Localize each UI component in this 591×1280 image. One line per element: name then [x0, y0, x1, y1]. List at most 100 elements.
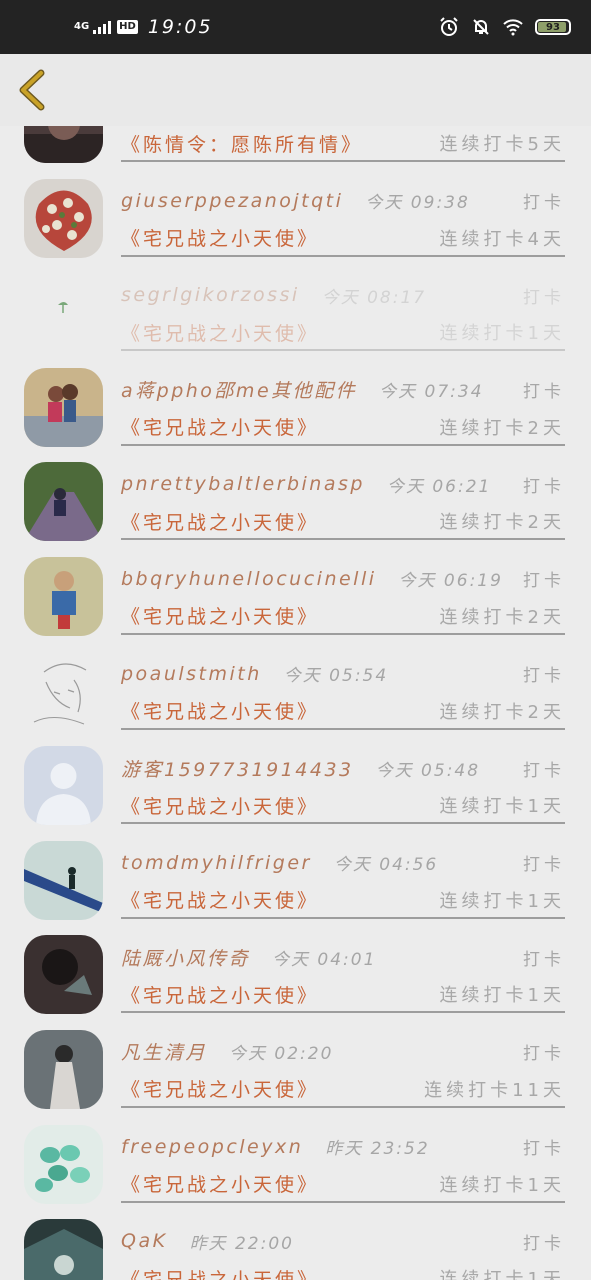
username: giuserppezanojtqti — [121, 189, 344, 212]
wifi-icon — [503, 19, 523, 36]
checkin-time: 今天 02:20 — [229, 1044, 334, 1065]
avatar — [24, 1029, 103, 1109]
streak-count: 连续打卡1天 — [439, 890, 565, 912]
battery-icon: 93 — [535, 19, 571, 35]
username: freepeopcleyxn — [121, 1135, 304, 1158]
book-title[interactable]: 《宅兄战之小天使》 — [121, 413, 319, 440]
avatar — [24, 840, 103, 920]
avatar — [24, 462, 103, 542]
streak-count: 连续打卡4天 — [439, 228, 565, 250]
username: bbqryhunellocucinelli — [121, 567, 377, 590]
checkin-label: 打卡 — [523, 760, 565, 781]
streak-count: 连续打卡1天 — [439, 1269, 565, 1280]
avatar — [24, 1124, 103, 1204]
book-title[interactable]: 《宅兄战之小天使》 — [121, 319, 319, 346]
avatar — [24, 556, 103, 636]
streak-count: 连续打卡2天 — [439, 701, 565, 723]
username: segrlgikorzossi — [121, 284, 300, 307]
book-title[interactable]: 《宅兄战之小天使》 — [121, 224, 319, 251]
list-item[interactable]: 凡生清月 今天 02:20 打卡 《宅兄战之小天使》 连续打卡11天 — [0, 1014, 591, 1109]
streak-count: 连续打卡1天 — [439, 323, 565, 345]
back-button[interactable] — [12, 66, 52, 114]
avatar — [24, 1219, 103, 1280]
checkin-time: 今天 07:34 — [379, 382, 484, 403]
username: 陆厩小风传奇 — [121, 947, 251, 970]
list-item[interactable]: 《陈情令：愿陈所有情》 连续打卡5天 — [0, 126, 591, 163]
list-item[interactable]: segrlgikorzossi 今天 08:17 打卡 《宅兄战之小天使》 连续… — [0, 257, 591, 352]
avatar — [24, 126, 103, 163]
book-title[interactable]: 《宅兄战之小天使》 — [121, 1170, 319, 1197]
streak-count: 连续打卡5天 — [439, 134, 565, 155]
username: 游客1597731914433 — [121, 758, 354, 781]
checkin-label: 打卡 — [523, 476, 565, 497]
battery-percent: 93 — [546, 21, 560, 33]
checkin-time: 今天 06:21 — [386, 476, 492, 497]
streak-count: 连续打卡2天 — [439, 417, 565, 439]
alarm-icon — [440, 17, 458, 36]
username: poaulstmith — [121, 662, 262, 685]
list-item[interactable]: 陆厩小风传奇 今天 04:01 打卡 《宅兄战之小天使》 连续打卡1天 — [0, 919, 591, 1015]
book-title[interactable]: 《宅兄战之小天使》 — [121, 886, 319, 913]
book-title[interactable]: 《宅兄战之小天使》 — [121, 1265, 319, 1280]
checkin-time: 今天 06:19 — [398, 571, 503, 592]
checkin-time: 今天 09:38 — [365, 193, 470, 214]
list-item[interactable]: QaK 昨天 22:00 打卡 《宅兄战之小天使》 连续打卡1天 — [0, 1203, 591, 1280]
book-title[interactable]: 《宅兄战之小天使》 — [121, 1075, 319, 1102]
checkin-label: 打卡 — [523, 855, 565, 876]
avatar — [24, 273, 103, 352]
streak-count: 连续打卡1天 — [439, 1174, 565, 1196]
book-title[interactable]: 《宅兄战之小天使》 — [121, 981, 319, 1008]
checkin-time: 昨天 22:00 — [189, 1233, 294, 1254]
book-title[interactable]: 《宅兄战之小天使》 — [121, 792, 319, 819]
checkin-label: 打卡 — [523, 1139, 565, 1160]
list-item[interactable]: bbqryhunellocucinelli 今天 06:19 打卡 《宅兄战之小… — [0, 541, 591, 636]
signal-icon — [93, 20, 112, 34]
avatar — [24, 178, 103, 258]
streak-count: 连续打卡11天 — [424, 1079, 565, 1101]
app-header — [0, 54, 591, 126]
checkin-label: 打卡 — [523, 1044, 565, 1065]
username: pnrettybaltlerbinasp — [121, 473, 365, 496]
book-title[interactable]: 《宅兄战之小天使》 — [121, 508, 319, 535]
checkin-time: 今天 05:48 — [375, 760, 481, 781]
chevron-left-icon — [19, 69, 45, 111]
list-item[interactable]: giuserppezanojtqti 今天 09:38 打卡 《宅兄战之小天使》… — [0, 163, 591, 258]
list-item[interactable]: poaulstmith 今天 05:54 打卡 《宅兄战之小天使》 连续打卡2天 — [0, 636, 591, 731]
mute-bell-icon — [473, 19, 489, 35]
list-item[interactable]: 游客1597731914433 今天 05:48 打卡 《宅兄战之小天使》 连续… — [0, 730, 591, 826]
username: 凡生清月 — [121, 1042, 208, 1065]
avatar — [24, 651, 103, 731]
status-bar: 4G HD 19:05 93 — [0, 0, 591, 54]
status-time: 19:05 — [147, 16, 213, 38]
hd-badge: HD — [117, 20, 138, 34]
checkin-label: 打卡 — [523, 1233, 565, 1254]
list-item[interactable]: tomdmyhilfriger 今天 04:56 打卡 《宅兄战之小天使》 连续… — [0, 825, 591, 920]
avatar — [24, 746, 103, 826]
username: tomdmyhilfriger — [121, 851, 312, 874]
checkin-label: 打卡 — [523, 571, 565, 592]
list-item[interactable]: pnrettybaltlerbinasp 今天 06:21 打卡 《宅兄战之小天… — [0, 446, 591, 542]
checkin-label: 打卡 — [523, 666, 565, 687]
avatar — [24, 935, 103, 1015]
avatar — [24, 367, 103, 447]
checkin-time: 今天 04:56 — [333, 855, 439, 876]
checkin-time: 昨天 23:52 — [325, 1139, 430, 1160]
username: QaK — [121, 1230, 168, 1253]
checkin-time: 今天 05:54 — [283, 666, 389, 687]
checkin-time: 今天 08:17 — [321, 287, 427, 308]
checkin-label: 打卡 — [523, 949, 565, 970]
list-item[interactable]: freepeopcleyxn 昨天 23:52 打卡 《宅兄战之小天使》 连续打… — [0, 1109, 591, 1204]
book-title[interactable]: 《陈情令：愿陈所有情》 — [121, 130, 363, 157]
streak-count: 连续打卡2天 — [439, 606, 565, 628]
checkin-list[interactable]: 《陈情令：愿陈所有情》 连续打卡5天 giuserppezanojtqti 今天… — [0, 126, 591, 1280]
book-title[interactable]: 《宅兄战之小天使》 — [121, 697, 319, 724]
username: a蒋ppho邵me其他配件 — [121, 380, 358, 403]
streak-count: 连续打卡1天 — [439, 796, 565, 818]
checkin-label: 打卡 — [523, 193, 565, 214]
checkin-time: 今天 04:01 — [272, 949, 377, 970]
book-title[interactable]: 《宅兄战之小天使》 — [121, 602, 319, 629]
checkin-label: 打卡 — [523, 287, 565, 308]
streak-count: 连续打卡1天 — [439, 985, 565, 1007]
network-type: 4G — [74, 21, 90, 32]
list-item[interactable]: a蒋ppho邵me其他配件 今天 07:34 打卡 《宅兄战之小天使》 连续打卡… — [0, 352, 591, 447]
